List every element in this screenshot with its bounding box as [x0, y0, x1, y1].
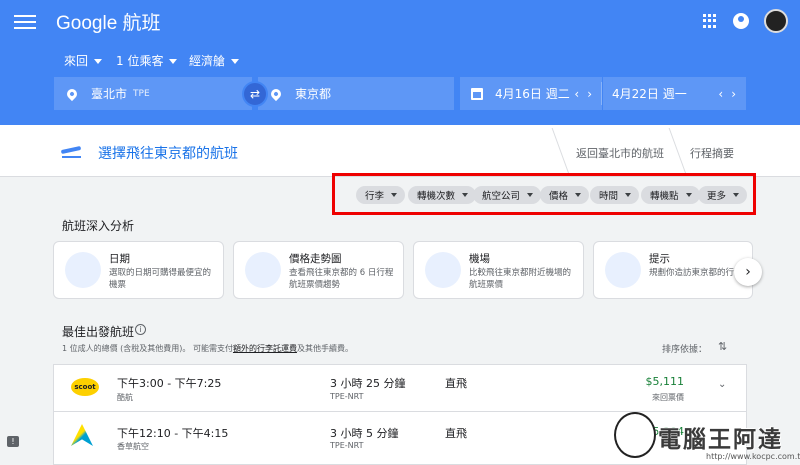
flight-stops: 直飛 — [445, 427, 467, 440]
origin-code: TPE — [133, 88, 150, 99]
best-flights-title: 最佳出發航班 — [62, 325, 135, 339]
destination-field[interactable]: 東京都 — [258, 77, 454, 110]
location-pin-icon — [64, 86, 80, 101]
cabin-class-select[interactable]: 經濟艙 — [189, 52, 239, 69]
destination-city: 東京都 — [295, 87, 332, 101]
price-type: 來回票價 — [652, 393, 684, 402]
flight-airline: 酷航 — [117, 393, 133, 402]
card-title: 提示 — [649, 253, 670, 265]
filter-more[interactable]: 更多 — [698, 186, 748, 204]
flight-price: $5,111 — [645, 375, 685, 388]
watermark: 電腦王阿達 http://www.kocpc.com.tw — [606, 408, 800, 465]
origin-field[interactable]: 臺北市 TPE — [54, 77, 252, 110]
trip-type-select[interactable]: 來回 — [64, 52, 102, 69]
lightbulb-illustration-icon — [605, 252, 641, 288]
prev-date-icon[interactable]: ‹ — [718, 87, 731, 101]
expand-icon[interactable]: ⌄ — [718, 379, 726, 390]
menu-icon[interactable] — [14, 12, 36, 32]
flight-route: TPE-NRT — [330, 392, 364, 401]
filter-connecting-airports[interactable]: 轉機點 — [641, 186, 700, 204]
insight-card-tips[interactable]: 提示 規劃你造訪東京都的行 — [593, 241, 753, 299]
next-date-icon[interactable]: › — [587, 87, 600, 101]
depart-date: 4月16日 週二 — [495, 87, 570, 101]
airport-pin-illustration-icon — [425, 252, 461, 288]
flight-time: 下午3:00 - 下午7:25 — [117, 377, 222, 390]
filter-stops[interactable]: 轉機次數 — [408, 186, 477, 204]
depart-date-content: 4月16日 週二 ‹› — [460, 77, 602, 110]
feedback-icon[interactable]: ! — [7, 436, 19, 447]
vanilla-air-logo — [71, 424, 93, 446]
insight-card-airports[interactable]: 機場 比較飛往東京都附近機場的航班票價 — [413, 241, 584, 299]
filter-airlines[interactable]: 航空公司 — [473, 186, 542, 204]
mascot-icon — [614, 412, 656, 458]
card-title: 日期 — [109, 253, 130, 265]
flight-airline: 香草航空 — [117, 442, 149, 451]
watermark-text: 電腦王阿達 — [658, 427, 783, 453]
flight-row[interactable]: scoot 下午3:00 - 下午7:25 酷航 3 小時 25 分鐘 TPE-… — [53, 364, 747, 412]
card-description: 選取的日期可購得最便宜的機票 — [109, 268, 212, 290]
app-title[interactable]: Google 航班 — [56, 8, 161, 35]
origin-city: 臺北市 — [91, 87, 128, 101]
filter-price[interactable]: 價格 — [540, 186, 590, 204]
return-date: 4月22日 週一 — [612, 87, 687, 101]
card-description: 查看飛往東京都的 6 日行程航班票價趨勢 — [289, 268, 394, 290]
flight-time: 下午12:10 - 下午4:15 — [117, 427, 229, 440]
insight-card-dates[interactable]: 日期 選取的日期可購得最便宜的機票 — [53, 241, 224, 299]
current-step-title: 選擇飛往東京都的航班 — [98, 146, 238, 162]
next-date-icon[interactable]: › — [731, 87, 744, 101]
filter-bags[interactable]: 行李 — [356, 186, 406, 204]
chevron-right-icon[interactable]: › — [734, 258, 762, 286]
flight-route: TPE-NRT — [330, 441, 364, 450]
watermark-url: http://www.kocpc.com.tw — [706, 452, 800, 461]
step-return-flight[interactable]: 返回臺北市的航班 — [576, 145, 664, 161]
info-icon[interactable]: i — [135, 324, 146, 335]
insight-card-price-graph[interactable]: 價格走勢圖 查看飛往東京都的 6 日行程航班票價趨勢 — [233, 241, 404, 299]
baggage-fees-link[interactable]: 額外的行李託運費 — [233, 344, 297, 353]
flight-takeoff-icon — [61, 142, 81, 158]
card-title: 價格走勢圖 — [289, 253, 342, 265]
prev-date-icon[interactable]: ‹ — [574, 87, 587, 101]
scoot-logo: scoot — [71, 378, 99, 396]
flight-duration: 3 小時 25 分鐘 — [330, 377, 406, 390]
note-text: 及其他手續費。 — [296, 344, 353, 353]
card-title: 機場 — [469, 253, 490, 265]
sort-icon[interactable]: ⇅ — [718, 340, 727, 353]
location-pin-icon — [268, 86, 284, 101]
passengers-select[interactable]: 1 位乘客 — [116, 52, 177, 69]
price-note: 1 位成人的總價 (含稅及其他費用)。 可能需支付額外的行李託運費及其他手續費。 — [62, 343, 353, 354]
avatar[interactable] — [764, 9, 788, 33]
account-icon[interactable] — [733, 13, 749, 29]
step-summary[interactable]: 行程摘要 — [690, 145, 734, 161]
flight-stops: 直飛 — [445, 377, 467, 390]
return-date-content: 4月22日 週一 ‹› — [603, 77, 746, 110]
filter-times[interactable]: 時間 — [590, 186, 640, 204]
flight-duration: 3 小時 5 分鐘 — [330, 427, 399, 440]
calendar-illustration-icon — [65, 252, 101, 288]
apps-grid-icon[interactable] — [703, 14, 717, 28]
date-divider — [601, 82, 602, 105]
insights-title: 航班深入分析 — [62, 219, 135, 233]
sort-label: 排序依據： — [662, 345, 708, 355]
swap-airports-button[interactable]: ⇄ — [242, 81, 268, 107]
note-text: 1 位成人的總價 (含稅及其他費用)。 可能需支付 — [62, 344, 233, 353]
card-description: 比較飛往東京都附近機場的航班票價 — [469, 268, 572, 290]
card-description: 規劃你造訪東京都的行 — [649, 268, 735, 278]
calendar-icon — [471, 87, 483, 100]
chart-illustration-icon — [245, 252, 281, 288]
